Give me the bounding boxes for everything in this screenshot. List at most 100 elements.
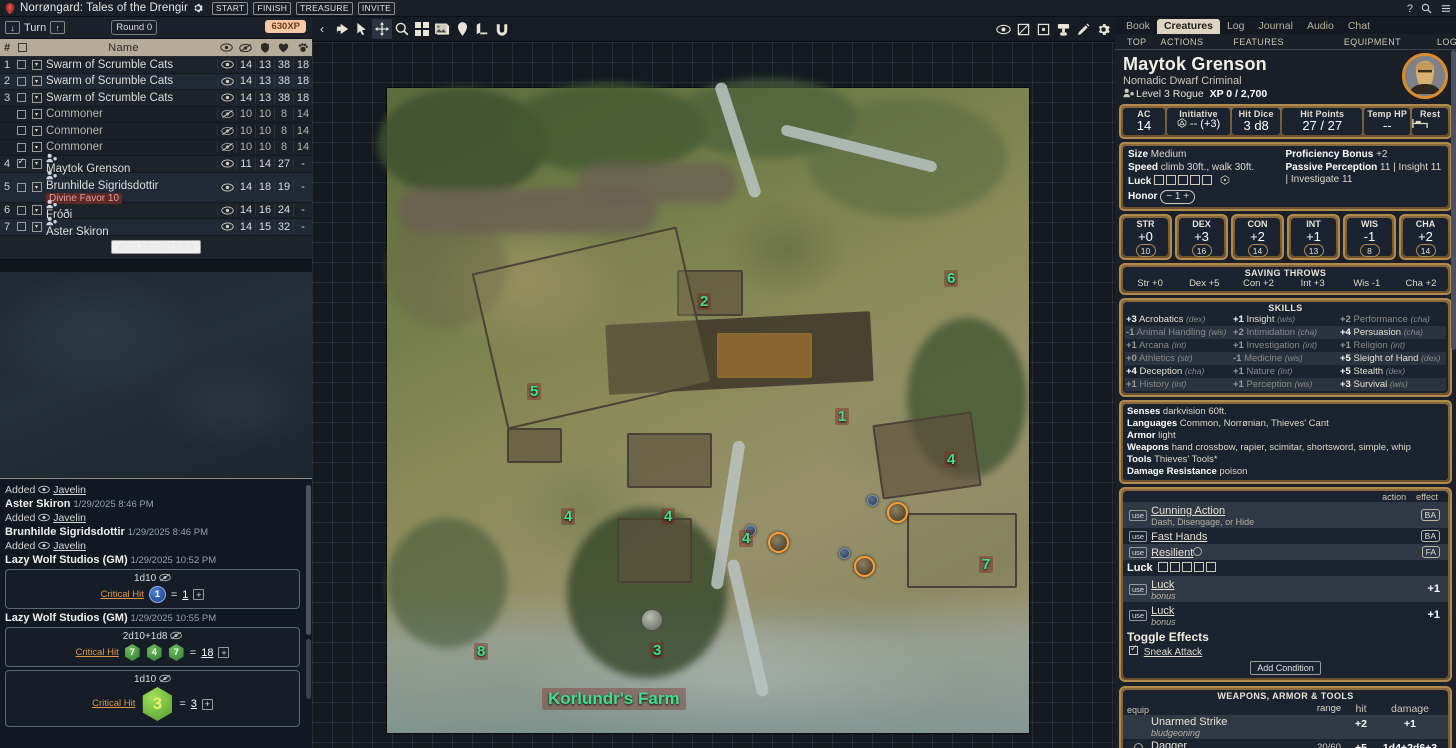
row-checkbox[interactable] <box>14 60 28 70</box>
row-name[interactable]: Commoner <box>45 108 217 120</box>
row-visibility-toggle[interactable] <box>217 93 236 103</box>
row-checkbox[interactable] <box>14 205 28 215</box>
stat-hit-dice[interactable]: Hit Dice 3 d8 <box>1232 108 1281 135</box>
help-icon[interactable]: ? <box>1407 3 1413 15</box>
row-name[interactable]: Commoner <box>45 141 217 153</box>
saving-throw[interactable]: Int +3 <box>1286 278 1340 289</box>
map-area-label[interactable]: 5 <box>527 383 542 400</box>
weapon-row[interactable]: Unarmed Strike bludgeoning +2 +1 <box>1123 715 1448 739</box>
table-row[interactable]: 1 ▾ Swarm of Scrumble Cats 14 13 38 18 <box>0 57 312 74</box>
map-canvas[interactable]: 2 5 6 1 4 4 4 4 7 3 8 Korlundr's Farm <box>312 42 1115 748</box>
skill-persuasion[interactable]: +4 Persuasion (cha) <box>1339 326 1446 339</box>
map-area-label[interactable]: 1 <box>835 408 850 425</box>
roll-add-button[interactable]: + <box>193 589 205 600</box>
weapon-damage[interactable]: +1 <box>1374 716 1446 730</box>
row-checkbox[interactable] <box>14 76 28 86</box>
row-checkbox[interactable] <box>14 109 28 119</box>
roll-add-button[interactable]: + <box>201 698 213 710</box>
weapon-damage[interactable]: 1d4+2d6+3 <box>1374 740 1446 748</box>
row-expand-button[interactable]: ▾ <box>28 182 45 192</box>
feature-use-button[interactable]: use <box>1129 530 1148 542</box>
chat-scrollbar-thumb[interactable] <box>306 485 311 635</box>
row-visibility-toggle[interactable] <box>217 159 236 169</box>
row-name[interactable]: Aster Skiron <box>45 216 217 238</box>
roll-label[interactable]: Critical Hit <box>76 647 119 658</box>
skill-animal-handling[interactable]: -1 Animal Handling (wis) <box>1125 326 1232 339</box>
turn-prev-button[interactable]: ↓ <box>5 21 20 34</box>
stat-rest[interactable]: Rest <box>1412 108 1448 135</box>
toggle-sneak-attack[interactable]: Sneak Attack <box>1123 643 1448 658</box>
subtab-features[interactable]: FEATURES <box>1233 37 1284 47</box>
row-name[interactable]: Swarm of Scrumble Cats <box>45 75 217 87</box>
chat-log[interactable]: Added Javelin Aster Skiron 1/29/2025 8:46… <box>0 479 305 744</box>
share-icon[interactable] <box>332 19 352 39</box>
tab-journal[interactable]: Journal <box>1252 19 1300 34</box>
feature-toggle-circle[interactable] <box>1193 547 1203 556</box>
dice-roll-card[interactable]: 2d10+1d8 Critical Hit 7 4 7 = 18 + <box>5 627 300 667</box>
ability-con[interactable]: CON +2 14 <box>1231 214 1284 260</box>
pointer-icon[interactable] <box>352 19 372 39</box>
xp-badge[interactable]: 630XP <box>265 20 306 33</box>
start-button[interactable]: START <box>211 1 249 15</box>
honor-decrement[interactable]: − <box>1166 191 1172 202</box>
treasure-button[interactable]: TREASURE <box>296 1 353 15</box>
add-monsters-button[interactable]: ADD MONSTERS <box>110 240 202 254</box>
luck-feature-row[interactable]: use Luck bonus +1 <box>1123 576 1448 602</box>
ability-int[interactable]: INT +1 13 <box>1287 214 1340 260</box>
feature-use-button[interactable]: use <box>1129 546 1148 558</box>
map-token-enemy[interactable] <box>887 502 908 523</box>
zoom-icon[interactable] <box>392 19 412 39</box>
settings-icon[interactable] <box>1093 20 1113 40</box>
chat-item-link[interactable]: Javelin <box>53 512 86 524</box>
table-row[interactable]: 2 ▾ Swarm of Scrumble Cats 14 13 38 18 <box>0 73 312 90</box>
image-icon[interactable] <box>432 19 452 39</box>
map-area-label[interactable]: 2 <box>697 293 712 310</box>
row-checkbox[interactable] <box>14 93 28 103</box>
tab-book[interactable]: Book <box>1119 19 1157 34</box>
feature-name[interactable]: Cunning Action <box>1151 505 1225 517</box>
subtab-log[interactable]: LOG <box>1437 37 1456 47</box>
map-area-label[interactable]: 4 <box>739 530 754 547</box>
weapon-hit[interactable]: +5 <box>1348 740 1374 748</box>
saving-throw[interactable]: Dex +5 <box>1177 278 1231 289</box>
row-expand-button[interactable]: ▾ <box>28 76 45 87</box>
skill-sleight-of-hand[interactable]: +5 Sleight of Hand (dex) <box>1339 352 1446 365</box>
feature-name[interactable]: Resilient <box>1151 547 1193 559</box>
eye-off-icon[interactable] <box>159 573 171 584</box>
map-area-label[interactable]: 4 <box>561 508 576 525</box>
luck-feature-row[interactable]: use Luck bonus +1 <box>1123 602 1448 628</box>
skill-perception[interactable]: +1 Perception (wis) <box>1232 378 1339 391</box>
luck-name[interactable]: Luck <box>1151 579 1174 591</box>
table-row[interactable]: ▾ Commoner 10 10 8 14 <box>0 106 312 123</box>
right-panel-scrollbar[interactable] <box>1451 50 1456 350</box>
row-visibility-toggle[interactable] <box>217 142 236 153</box>
round-counter[interactable]: Round 0 <box>111 20 158 35</box>
row-visibility-toggle[interactable] <box>217 182 236 192</box>
row-expand-button[interactable]: ▾ <box>28 109 45 120</box>
map-token-pc[interactable] <box>867 495 878 506</box>
weapon-hit[interactable]: +2 <box>1348 716 1374 730</box>
grid-icon[interactable] <box>412 19 432 39</box>
tab-creatures[interactable]: Creatures <box>1156 19 1220 34</box>
map-area-label[interactable]: 7 <box>979 556 994 573</box>
row-expand-button[interactable]: ▾ <box>28 158 45 169</box>
skill-religion[interactable]: +1 Religion (int) <box>1339 339 1446 352</box>
row-name[interactable]: Swarm of Scrumble Cats <box>45 92 217 104</box>
collapse-left-icon[interactable]: ‹ <box>312 19 332 39</box>
luck-tracker[interactable]: Luck <box>1128 175 1286 189</box>
row-expand-button[interactable]: ▾ <box>28 59 45 70</box>
invite-button[interactable]: INVITE <box>357 1 396 15</box>
row-checkbox[interactable] <box>14 222 28 232</box>
row-visibility-toggle[interactable] <box>217 222 236 232</box>
chat-scrollbar-track[interactable] <box>306 639 311 699</box>
map-area-label[interactable]: 4 <box>944 451 959 468</box>
bed-icon[interactable] <box>1412 118 1448 129</box>
tab-log[interactable]: Log <box>1220 19 1252 34</box>
ability-str[interactable]: STR +0 10 <box>1119 214 1172 260</box>
stamp-icon[interactable] <box>1053 20 1073 40</box>
skill-survival[interactable]: +3 Survival (wis) <box>1339 378 1446 391</box>
skill-arcana[interactable]: +1 Arcana (int) <box>1125 339 1232 352</box>
finish-button[interactable]: FINISH <box>253 1 292 15</box>
row-checkbox[interactable] <box>14 156 28 169</box>
saving-throw[interactable]: Cha +2 <box>1394 278 1448 289</box>
